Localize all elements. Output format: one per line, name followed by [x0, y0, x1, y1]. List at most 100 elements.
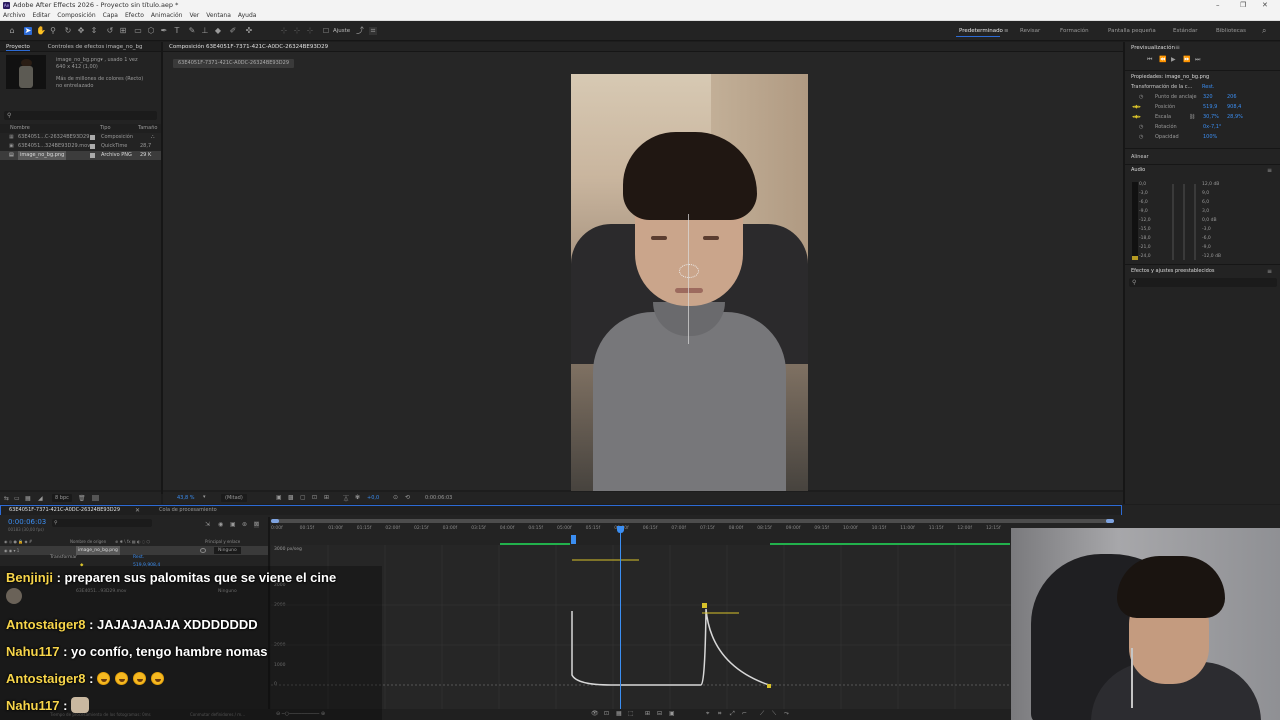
audio-menu-icon[interactable]: ≡ [1267, 167, 1272, 174]
workspace-predeterminado[interactable]: Predeterminado [959, 27, 1003, 35]
axis-local-icon[interactable]: ⊹ [280, 27, 288, 35]
zoom-tool-icon[interactable]: ⚲ [49, 27, 57, 35]
snapshot-icon[interactable]: ⊙ [393, 494, 398, 501]
timeline-timecode[interactable]: 0:00:06:03 [8, 518, 46, 526]
stopwatch-icon[interactable]: ◷ [1139, 94, 1143, 100]
pen-tool-icon[interactable]: ✒ [160, 27, 168, 35]
timeline-search-input[interactable]: ⚲ [52, 519, 152, 527]
workspace-estandar[interactable]: Estándar [1173, 27, 1197, 35]
minimize-button[interactable]: – [1216, 0, 1220, 11]
effects-search-input[interactable]: ⚲ [1129, 278, 1277, 287]
parent-dropdown[interactable]: Ninguno [214, 547, 241, 554]
show-snapshot-icon[interactable]: ⟲ [405, 494, 410, 501]
column-name[interactable]: Nombre [10, 124, 30, 133]
stopwatch-icon[interactable]: ◷ [1139, 134, 1143, 140]
opacity-value[interactable]: 100% [1203, 134, 1217, 140]
menu-editar[interactable]: Editar [32, 11, 50, 20]
anchor-point-y[interactable]: 206 [1227, 94, 1237, 100]
reset-transform-link[interactable]: Rest. [1202, 84, 1214, 90]
snap-options-icon[interactable]: ⤴ [356, 27, 364, 35]
menu-ayuda[interactable]: Ayuda [238, 11, 257, 20]
speed-graph[interactable] [271, 545, 1011, 709]
fit-selection-icon[interactable]: ⊟ [657, 710, 662, 717]
color-management-icon[interactable]: ✾ [355, 494, 360, 501]
frame-blending-icon[interactable]: ⊛ [242, 521, 247, 528]
bit-depth-button[interactable]: 8 bpc [52, 494, 72, 502]
zoom-level[interactable]: 43,8 % [177, 495, 194, 501]
maximize-button[interactable]: ❐ [1240, 0, 1246, 11]
close-button[interactable]: ✕ [1262, 0, 1268, 11]
column-type[interactable]: Tipo [100, 124, 111, 133]
align-title[interactable]: Alinear [1131, 154, 1149, 160]
graph-editor[interactable]: 3000 px/seg 2000 3000 2000 1000 0 [271, 545, 1011, 709]
audio-fader-master[interactable] [1194, 184, 1196, 260]
comp-video-frame[interactable] [571, 74, 808, 491]
workspace-bibliotecas[interactable]: Bibliotecas [1216, 27, 1246, 35]
clone-stamp-icon[interactable]: ⊥ [201, 27, 209, 35]
scale-y[interactable]: 28,9% [1227, 114, 1243, 120]
menu-efecto[interactable]: Efecto [125, 11, 144, 20]
stopwatch-icon[interactable]: ◷ [1139, 124, 1143, 130]
rotation-value[interactable]: 0x-7,1° [1203, 124, 1221, 130]
easy-ease-in-icon[interactable]: ⟍ [772, 710, 776, 718]
menu-composicion[interactable]: Composición [57, 11, 95, 20]
transform-box-icon[interactable]: ⬚ [628, 710, 634, 717]
eye-icon[interactable]: 👁 [591, 710, 599, 717]
project-item-png[interactable]: ▤ image_no_bg.png Archivo PNG 29 K [0, 151, 161, 160]
new-composition-icon[interactable]: ▦ [25, 495, 31, 502]
text-tool-icon[interactable]: T [173, 27, 181, 35]
work-area-start[interactable] [571, 535, 576, 544]
keyframe-separate-icon[interactable]: ⌖ [706, 710, 709, 718]
play-icon[interactable]: ▶ [1171, 56, 1176, 63]
menu-capa[interactable]: Capa [103, 11, 118, 20]
mask-visibility-icon[interactable]: ▢ [300, 494, 306, 501]
hold-keyframe-icon[interactable]: ⌗ [718, 710, 721, 718]
tab-effect-controls[interactable]: Controles de efectos image_no_bg [48, 44, 143, 50]
menu-ventana[interactable]: Ventana [206, 11, 231, 20]
graph-editor-icon[interactable]: ⊠ [254, 521, 260, 528]
time-navigator[interactable] [271, 519, 1114, 523]
easy-ease-out-icon[interactable]: ⤳ [784, 710, 789, 718]
menu-animacion[interactable]: Animación [151, 11, 183, 20]
transform-group[interactable]: Transformar [50, 555, 77, 560]
layer-name[interactable]: image_no_bg.png [76, 546, 120, 555]
puppet-mesh-overlay[interactable] [679, 264, 699, 278]
resolution-dropdown[interactable]: (Mitad) [221, 494, 247, 502]
menu-ver[interactable]: Ver [189, 11, 199, 20]
comp-flowchart-icon[interactable]: ⇲ [205, 521, 210, 528]
grid-guides-icon[interactable]: ⊞ [324, 494, 329, 501]
next-frame-icon[interactable]: ⏩ [1183, 56, 1190, 63]
column-size[interactable]: Tamaño [138, 124, 157, 133]
constrain-proportions-icon[interactable]: ⛓ [1189, 114, 1195, 120]
roto-brush-icon[interactable]: ✐ [229, 27, 237, 35]
project-item-mov[interactable]: ▣ 63E4051...324BE93D29.mov QuickTime 28,… [0, 142, 161, 151]
rotate-tool-icon[interactable]: ↺ [106, 27, 114, 35]
transparency-grid-icon[interactable]: ▩ [288, 494, 294, 501]
linear-keyframe-icon[interactable]: ⤢ [730, 710, 735, 718]
rectangle-tool-icon[interactable]: ▭ [134, 27, 142, 35]
axis-view-icon[interactable]: ⊹ [306, 27, 314, 35]
project-item-comp[interactable]: ▦ 63E4051...C-26324BE93D29 Composición ⛬ [0, 133, 161, 142]
new-folder-icon[interactable]: ▭ [14, 495, 20, 502]
hand-tool-icon[interactable]: ✋ [36, 27, 46, 35]
layer-visibility-icon[interactable]: ◉ ◉ ▾ 1 [4, 546, 19, 555]
keyframe-nav-icon[interactable]: ◂◆▸ [1132, 104, 1141, 110]
position-x[interactable]: 519,9 [1203, 104, 1217, 110]
column-parent-link[interactable]: Principal y enlace [205, 537, 240, 546]
adjust-project-icon[interactable]: ◢ [38, 495, 43, 502]
region-of-interest-icon[interactable]: ⊡ [312, 494, 317, 501]
auto-bezier-icon[interactable]: ⌐ [742, 710, 747, 717]
anchor-point-x[interactable]: 320 [1203, 94, 1213, 100]
brush-tool-icon[interactable]: ✎ [188, 27, 196, 35]
exposure-value[interactable]: +0,0 [367, 495, 379, 501]
timeline-comp-tab[interactable]: 63E4051F-7371-421C-A0DC-26324BE93D29 [9, 507, 120, 513]
playhead[interactable] [617, 526, 624, 709]
prev-frame-icon[interactable]: ⏪ [1159, 56, 1166, 63]
item-name[interactable]: image_no_bg.png▾ , usado 1 vez [56, 57, 138, 63]
axis-world-icon[interactable]: ⊹ [293, 27, 301, 35]
workspace-menu-icon[interactable]: ≡ [1004, 27, 1009, 35]
comp-breadcrumb[interactable]: 63E4051F-7371-421C-A0DC-26324BE93D29 [173, 59, 295, 68]
layer-row[interactable]: ◉ ◉ ▾ 1 image_no_bg.png Ninguno [0, 546, 270, 555]
fast-preview-icon[interactable]: ▣ [276, 494, 282, 501]
mask-feather-icon[interactable]: ⬡ [147, 27, 155, 35]
